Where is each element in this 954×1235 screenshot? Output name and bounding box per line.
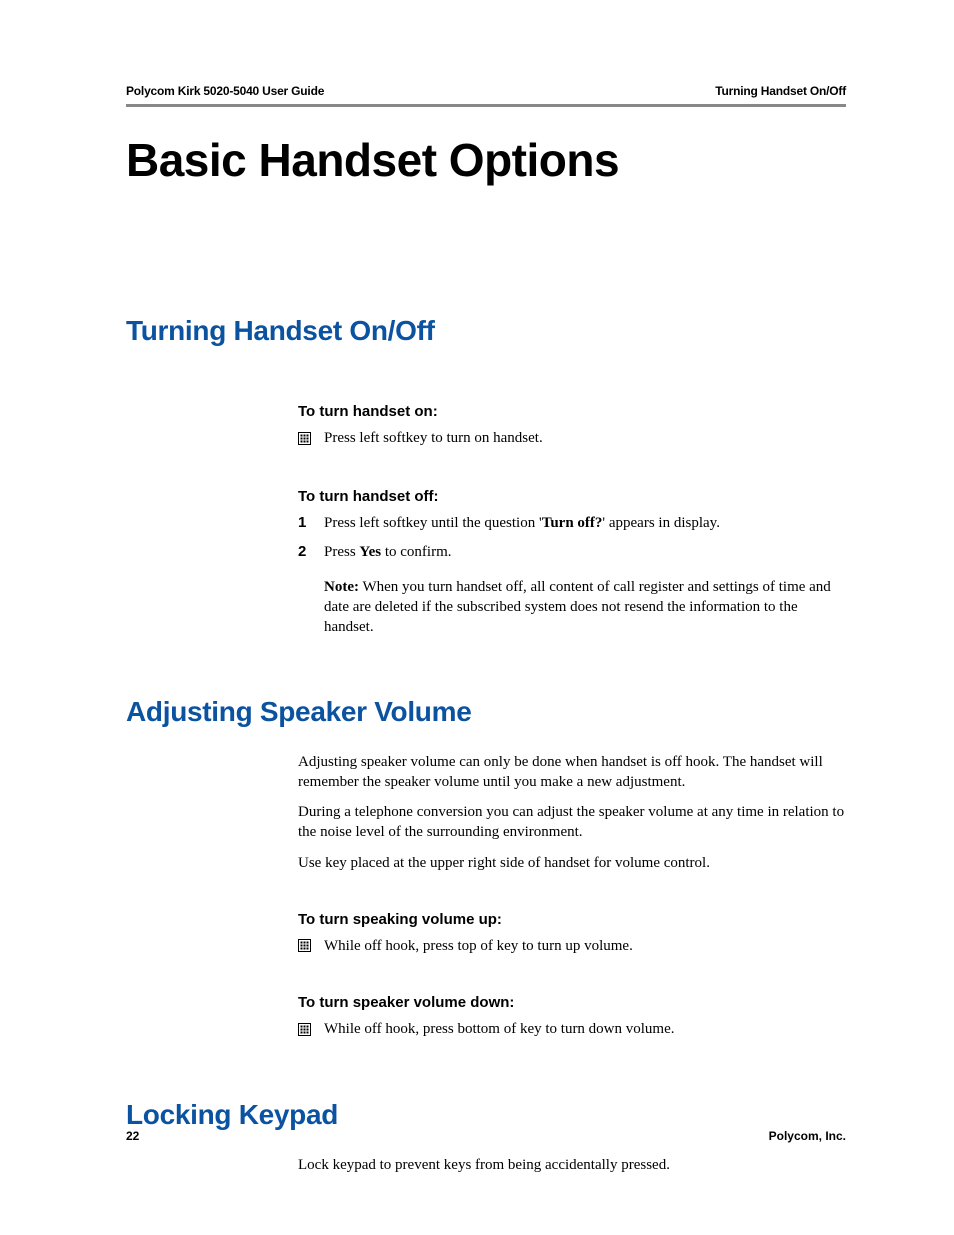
page: Polycom Kirk 5020-5040 User Guide Turnin… xyxy=(0,0,954,1235)
volume-down-block: To turn speaker volume down: While off h… xyxy=(298,994,846,1039)
paragraph: During a telephone conversion you can ad… xyxy=(298,802,846,843)
step-number: 1 xyxy=(298,513,324,533)
sub-heading-volume-down: To turn speaker volume down: xyxy=(298,994,846,1011)
step-turn-off-2: 2 Press Yes to confirm. xyxy=(298,542,846,562)
text-bold: Turn off? xyxy=(542,515,603,531)
footer: 22 Polycom, Inc. xyxy=(126,1129,846,1143)
step-text: Press left softkey to turn on handset. xyxy=(324,428,846,448)
locking-intro: Lock keypad to prevent keys from being a… xyxy=(298,1155,846,1175)
keypad-icon xyxy=(298,1023,324,1036)
section-heading-volume: Adjusting Speaker Volume xyxy=(126,696,846,728)
paragraph: Adjusting speaker volume can only be don… xyxy=(298,752,846,793)
note-label: Note: xyxy=(324,579,359,595)
sub-heading-turn-on: To turn handset on: xyxy=(298,403,846,420)
turning-off-block: To turn handset off: 1 Press left softke… xyxy=(298,488,846,637)
step-turn-off-1: 1 Press left softkey until the question … xyxy=(298,513,846,533)
step-turn-on: Press left softkey to turn on handset. xyxy=(298,428,846,448)
step-text: Press Yes to confirm. xyxy=(324,542,846,562)
step-volume-up: While off hook, press top of key to turn… xyxy=(298,936,846,956)
page-title: Basic Handset Options xyxy=(126,133,846,187)
text-part: Press xyxy=(324,544,359,560)
sub-heading-volume-up: To turn speaking volume up: xyxy=(298,911,846,928)
volume-intro: Adjusting speaker volume can only be don… xyxy=(298,752,846,873)
keypad-icon xyxy=(298,432,324,445)
sub-heading-turn-off: To turn handset off: xyxy=(298,488,846,505)
text-bold: Yes xyxy=(359,544,381,560)
footer-company: Polycom, Inc. xyxy=(769,1129,846,1143)
turning-on-block: To turn handset on: Press left softkey t… xyxy=(298,403,846,448)
paragraph: Use key placed at the upper right side o… xyxy=(298,853,846,873)
text-part: Press left softkey until the question ' xyxy=(324,515,542,531)
header-right: Turning Handset On/Off xyxy=(715,84,846,98)
step-text: While off hook, press top of key to turn… xyxy=(324,936,846,956)
step-volume-down: While off hook, press bottom of key to t… xyxy=(298,1019,846,1039)
text-part: to confirm. xyxy=(381,544,451,560)
step-text: While off hook, press bottom of key to t… xyxy=(324,1019,846,1039)
section-heading-turning: Turning Handset On/Off xyxy=(126,315,846,347)
text-part: ' appears in display. xyxy=(602,515,720,531)
note-body: When you turn handset off, all content o… xyxy=(324,579,831,636)
paragraph: Lock keypad to prevent keys from being a… xyxy=(298,1155,846,1175)
volume-up-block: To turn speaking volume up: While off ho… xyxy=(298,911,846,956)
header-rule xyxy=(126,104,846,107)
running-header: Polycom Kirk 5020-5040 User Guide Turnin… xyxy=(126,84,846,98)
step-number: 2 xyxy=(298,542,324,562)
section-heading-locking: Locking Keypad xyxy=(126,1099,846,1131)
note: Note: When you turn handset off, all con… xyxy=(324,577,846,638)
step-text: Press left softkey until the question 'T… xyxy=(324,513,846,533)
footer-page-number: 22 xyxy=(126,1129,139,1143)
header-left: Polycom Kirk 5020-5040 User Guide xyxy=(126,84,324,98)
keypad-icon xyxy=(298,939,324,952)
